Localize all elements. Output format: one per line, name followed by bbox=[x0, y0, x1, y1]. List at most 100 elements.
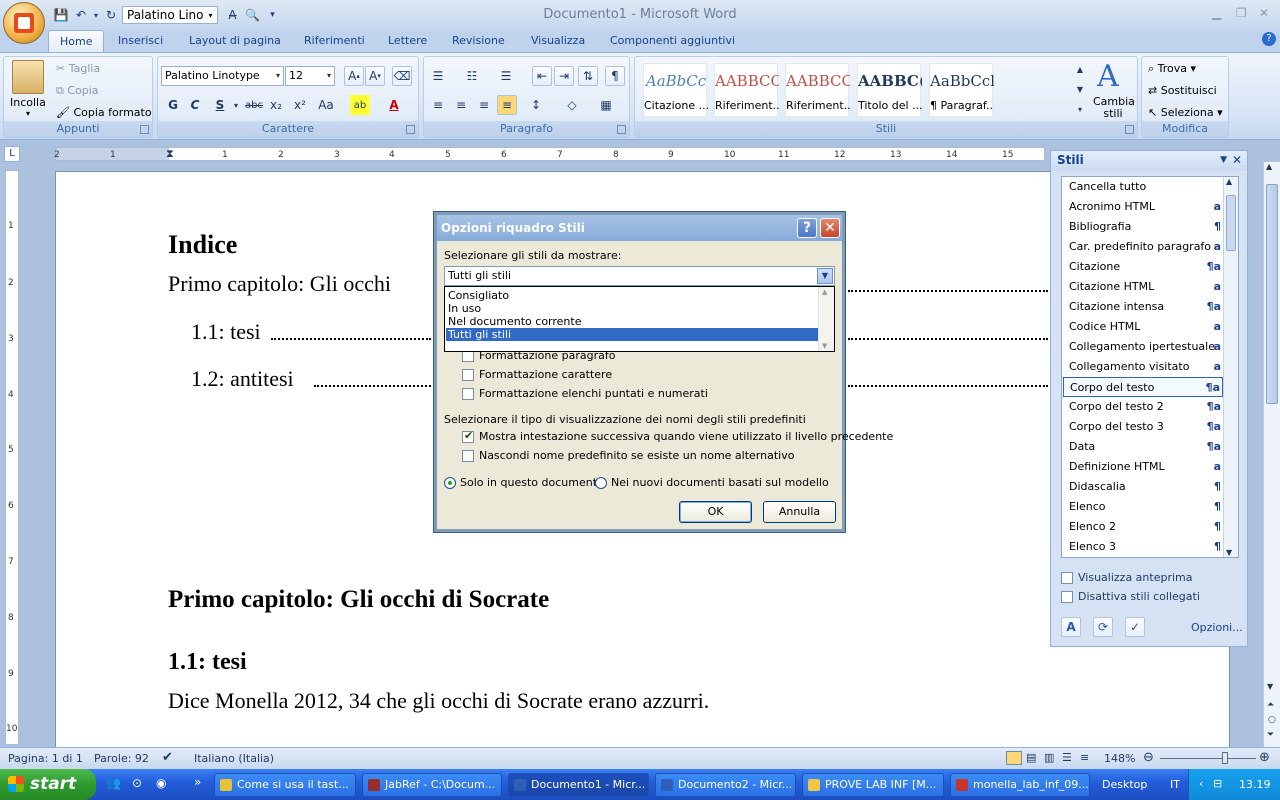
style-list-item[interactable]: Collegamento ipertestuale a bbox=[1063, 337, 1223, 357]
zoom-thumb[interactable] bbox=[1222, 752, 1229, 764]
tab-addins[interactable]: Componenti aggiuntivi bbox=[610, 30, 735, 52]
style-list-item[interactable]: Definizione HTML a bbox=[1063, 457, 1223, 477]
font-size-combo[interactable]: 12 ▾ bbox=[285, 66, 335, 86]
style-list-item[interactable]: Elenco 3 ¶ bbox=[1063, 537, 1223, 557]
pane-options-icon[interactable]: ▼ bbox=[1220, 151, 1227, 170]
style-list-item[interactable]: Car. predefinito paragrafo a bbox=[1063, 237, 1223, 257]
document-scrollbar[interactable]: ▲ ▼ ⏶ ○ ⏷ bbox=[1263, 162, 1280, 747]
style-list-item[interactable]: Citazione HTML a bbox=[1063, 277, 1223, 297]
vertical-ruler[interactable]: 1 2 3 4 5 6 7 8 9 10 bbox=[5, 170, 19, 745]
close-icon[interactable]: ✕ bbox=[1259, 6, 1269, 20]
show-desktop-icon[interactable]: 👥 bbox=[106, 776, 121, 790]
page-count[interactable]: Pagina: 1 di 1 bbox=[8, 752, 83, 765]
taskbar-button[interactable]: Documento2 - Micr... bbox=[655, 773, 796, 797]
scroll-up-icon[interactable]: ▲ bbox=[1226, 177, 1232, 186]
paste-icon[interactable] bbox=[12, 60, 44, 94]
ok-button[interactable]: OK bbox=[679, 501, 752, 523]
cut-button[interactable]: ✂ Taglia bbox=[56, 62, 100, 75]
align-center-icon[interactable]: ≡ bbox=[451, 95, 471, 115]
tab-insert[interactable]: Inserisci bbox=[118, 30, 163, 52]
replace-button[interactable]: ⇄ Sostituisci bbox=[1148, 84, 1217, 97]
style-list-item[interactable]: Citazione intensa ¶a bbox=[1063, 297, 1223, 317]
style-list-item[interactable]: Data ¶a bbox=[1063, 437, 1223, 457]
style-list-item[interactable]: Didascalia ¶ bbox=[1063, 477, 1223, 497]
start-button[interactable]: start bbox=[0, 769, 96, 800]
styles-scroll-up-icon[interactable]: ▲ bbox=[1073, 61, 1087, 77]
redo-icon[interactable]: ↻ bbox=[102, 6, 120, 24]
shrink-font-icon[interactable]: A ▾ bbox=[365, 66, 385, 86]
numbering-icon[interactable]: ☷ bbox=[462, 66, 482, 86]
scroll-thumb[interactable] bbox=[1266, 184, 1278, 404]
style-inspector-icon[interactable]: ⟳ bbox=[1093, 617, 1113, 637]
sort-icon[interactable]: ⇅ bbox=[578, 66, 598, 86]
style-list-item[interactable]: Bibliografia ¶ bbox=[1063, 217, 1223, 237]
web-layout-icon[interactable]: ▥ bbox=[1044, 751, 1054, 764]
clipboard-launcher-icon[interactable] bbox=[140, 125, 149, 134]
decrease-indent-icon[interactable]: ⇤ bbox=[532, 66, 552, 86]
superscript-button[interactable]: x² bbox=[290, 95, 310, 115]
select-button[interactable]: ↖ Seleziona ▾ bbox=[1148, 106, 1223, 119]
check-character-formatting[interactable]: Formattazione carattere bbox=[462, 368, 612, 381]
scroll-up-icon[interactable]: ▲ bbox=[822, 288, 827, 296]
taskbar-button[interactable]: Come si usa il tast... bbox=[214, 773, 356, 797]
style-list-item[interactable]: Cancella tutto bbox=[1063, 177, 1223, 197]
new-style-icon[interactable]: A bbox=[1061, 617, 1081, 637]
indent-marker-icon[interactable]: ⧗ bbox=[166, 147, 174, 161]
undo-icon[interactable]: ↶ bbox=[72, 6, 90, 24]
bold-button[interactable]: G bbox=[163, 95, 183, 115]
check-show-next-heading[interactable]: Mostra intestazione successiva quando vi… bbox=[462, 429, 893, 443]
change-styles-icon[interactable]: A bbox=[1097, 59, 1119, 94]
taskbar-button[interactable]: JabRef - C:\Docum... bbox=[362, 773, 502, 797]
font-launcher-icon[interactable] bbox=[406, 125, 415, 134]
multilevel-list-icon[interactable]: ☰ bbox=[496, 66, 516, 86]
style-list-item[interactable]: Collegamento visitato a bbox=[1063, 357, 1223, 377]
proofing-icon[interactable]: ✔ bbox=[162, 750, 173, 765]
format-painter-button[interactable]: 🖌 Copia formato bbox=[56, 106, 152, 119]
word-count[interactable]: Parole: 92 bbox=[94, 752, 149, 765]
cancel-button[interactable]: Annulla bbox=[763, 501, 836, 523]
font-color-icon[interactable]: A bbox=[384, 95, 404, 115]
tab-view[interactable]: Visualizza bbox=[531, 30, 585, 52]
change-case-button[interactable]: Aa bbox=[316, 95, 336, 115]
style-list-item[interactable]: Corpo del testo 3 ¶a bbox=[1063, 417, 1223, 437]
dropdown-option-selected[interactable]: Tutti gli stili bbox=[446, 328, 819, 341]
increase-indent-icon[interactable]: ⇥ bbox=[554, 66, 574, 86]
dropdown-scrollbar[interactable]: ▲ ▼ bbox=[818, 287, 834, 351]
radio-new-documents[interactable]: Nei nuovi documenti basati sul modello bbox=[595, 476, 829, 489]
tab-references[interactable]: Riferimenti bbox=[304, 30, 365, 52]
strikethrough-button[interactable]: abc bbox=[244, 95, 264, 115]
zoom-out-icon[interactable]: ⊖ bbox=[1143, 750, 1154, 765]
styles-scroll-down-icon[interactable]: ▼ bbox=[1073, 81, 1087, 97]
find-button[interactable]: ⌕ Trova ▾ bbox=[1148, 62, 1196, 76]
style-tile[interactable]: AABBCC Riferiment... bbox=[785, 63, 850, 117]
font-name-combo[interactable]: Palatino Linotype ▾ bbox=[161, 66, 284, 86]
subscript-button[interactable]: x₂ bbox=[266, 95, 286, 115]
dropdown-option[interactable]: Consigliato bbox=[446, 289, 819, 302]
quicklaunch-icon[interactable]: ⊙ bbox=[132, 776, 142, 790]
clear-formatting-icon[interactable]: ⌫ bbox=[392, 66, 412, 86]
tab-home[interactable]: Home bbox=[48, 30, 105, 52]
scroll-thumb[interactable] bbox=[1226, 195, 1236, 251]
language[interactable]: Italiano (Italia) bbox=[194, 752, 274, 765]
more-quicklaunch-icon[interactable]: » bbox=[194, 775, 201, 789]
check-hide-builtin-name[interactable]: Nascondi nome predefinito se esiste un n… bbox=[462, 449, 794, 462]
style-list-item[interactable]: Elenco ¶ bbox=[1063, 497, 1223, 517]
style-list-item[interactable]: Citazione ¶a bbox=[1063, 257, 1223, 277]
manage-styles-icon[interactable]: ✓ bbox=[1125, 617, 1145, 637]
save-icon[interactable]: 💾 bbox=[52, 6, 70, 24]
zoom-level[interactable]: 148% bbox=[1104, 752, 1135, 765]
shading-icon[interactable]: ◇ bbox=[562, 95, 582, 115]
tray-expand-icon[interactable]: ‹ bbox=[1199, 777, 1203, 790]
style-list-item[interactable]: Elenco 2 ¶ bbox=[1063, 517, 1223, 537]
underline-dropdown-icon[interactable]: ▾ bbox=[226, 95, 246, 115]
close-icon[interactable]: ✕ bbox=[820, 218, 840, 238]
show-marks-icon[interactable]: ¶ bbox=[605, 66, 625, 86]
styles-launcher-icon[interactable] bbox=[1125, 125, 1134, 134]
taskbar-button[interactable]: Documento1 - Micr... bbox=[508, 773, 649, 797]
close-icon[interactable]: ✕ bbox=[1232, 151, 1242, 170]
options-link[interactable]: Opzioni... bbox=[1191, 621, 1243, 634]
style-tile[interactable]: AABBCC Riferiment... bbox=[714, 63, 779, 117]
zoom-in-icon[interactable]: ⊕ bbox=[1259, 750, 1270, 765]
highlight-icon[interactable]: ab bbox=[350, 95, 370, 115]
disable-linked-checkbox[interactable]: Disattiva stili collegati bbox=[1061, 590, 1200, 603]
